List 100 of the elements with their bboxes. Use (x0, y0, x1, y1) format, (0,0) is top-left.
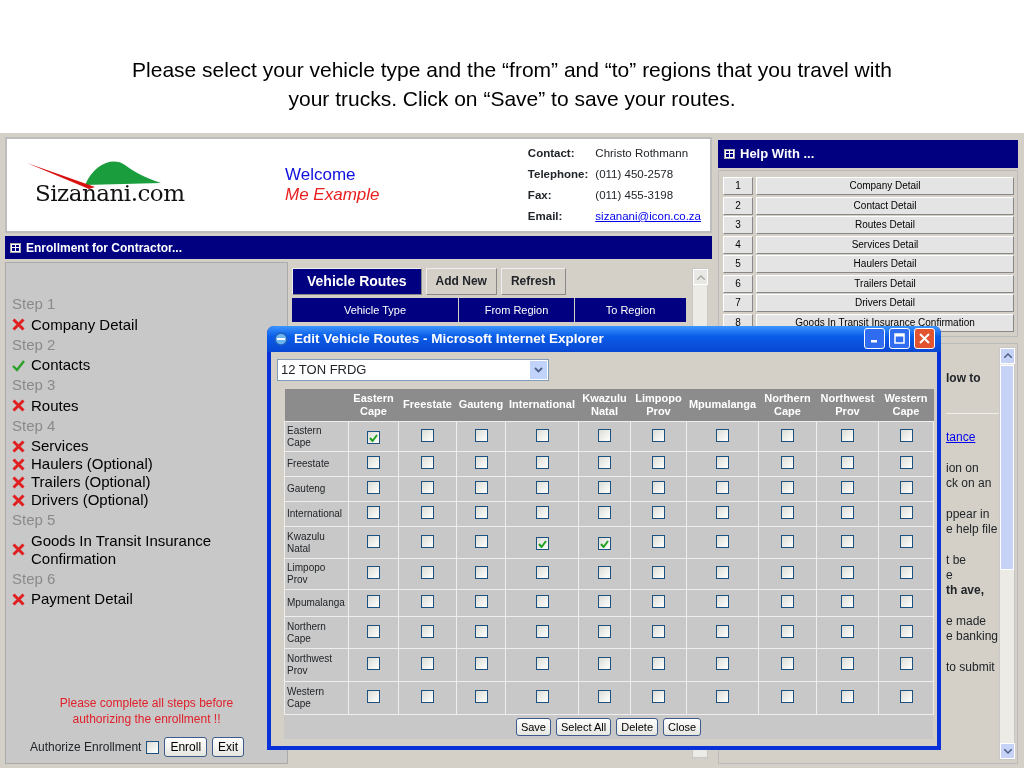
route-checkbox[interactable] (841, 506, 854, 519)
route-checkbox[interactable] (421, 428, 434, 442)
step-link[interactable]: Haulers (Optional) (31, 455, 153, 473)
route-checkbox[interactable] (535, 506, 549, 519)
route-checkbox[interactable] (367, 431, 380, 444)
route-checkbox[interactable] (652, 456, 665, 469)
route-checkbox[interactable] (474, 690, 488, 703)
route-checkbox[interactable] (652, 506, 665, 519)
route-checkbox[interactable] (841, 566, 854, 579)
route-checkbox[interactable] (598, 566, 611, 579)
help-topic-button[interactable]: Drivers Detail (756, 294, 1014, 312)
dialog-button[interactable]: Delete (616, 718, 658, 736)
route-checkbox[interactable] (841, 456, 854, 469)
scroll-up-button[interactable] (1000, 347, 1015, 364)
route-checkbox[interactable] (899, 595, 913, 608)
step-link[interactable]: Routes (31, 396, 79, 415)
help-number-button[interactable]: 5 (723, 255, 753, 273)
route-checkbox[interactable] (716, 566, 729, 579)
route-checkbox[interactable] (652, 481, 665, 494)
route-checkbox[interactable] (716, 428, 729, 442)
route-checkbox[interactable] (841, 534, 854, 548)
route-checkbox[interactable] (781, 428, 794, 442)
route-checkbox[interactable] (899, 506, 913, 519)
route-checkbox[interactable] (421, 690, 434, 703)
route-checkbox[interactable] (421, 657, 434, 670)
route-checkbox[interactable] (598, 456, 611, 469)
help-topic-button[interactable]: Contact Detail (756, 196, 1014, 215)
help-number-button[interactable]: 1 (723, 177, 753, 195)
route-checkbox[interactable] (781, 566, 794, 579)
route-checkbox[interactable] (474, 534, 488, 548)
route-checkbox[interactable] (535, 657, 549, 670)
route-checkbox[interactable] (598, 657, 611, 670)
route-checkbox[interactable] (781, 506, 794, 519)
scroll-thumb[interactable] (1000, 364, 1014, 570)
help-number-button[interactable]: 4 (723, 235, 753, 254)
help-number-button[interactable]: 2 (723, 196, 753, 215)
route-checkbox[interactable] (899, 690, 913, 703)
route-checkbox[interactable] (841, 657, 854, 670)
route-checkbox[interactable] (716, 624, 729, 638)
route-checkbox[interactable] (535, 537, 549, 550)
route-checkbox[interactable] (899, 481, 913, 494)
route-checkbox[interactable] (841, 624, 854, 638)
route-checkbox[interactable] (367, 690, 380, 703)
route-checkbox[interactable] (899, 456, 913, 469)
route-checkbox[interactable] (535, 624, 549, 638)
tab[interactable]: Refresh (500, 268, 566, 295)
dialog-button[interactable]: Save (515, 718, 551, 736)
route-checkbox[interactable] (367, 481, 380, 494)
route-checkbox[interactable] (899, 657, 913, 670)
route-checkbox[interactable] (535, 595, 549, 608)
route-checkbox[interactable] (781, 657, 794, 670)
help-topic-button[interactable]: Trailers Detail (756, 274, 1014, 293)
route-checkbox[interactable] (367, 534, 380, 548)
help-topic-button[interactable]: Services Detail (756, 235, 1014, 254)
route-checkbox[interactable] (421, 456, 434, 469)
route-checkbox[interactable] (781, 624, 794, 638)
route-checkbox[interactable] (652, 428, 665, 442)
route-checkbox[interactable] (899, 428, 913, 442)
scrollbar[interactable] (999, 346, 1015, 760)
route-checkbox[interactable] (781, 690, 794, 703)
route-checkbox[interactable] (841, 690, 854, 703)
route-checkbox[interactable] (899, 534, 913, 548)
route-checkbox[interactable] (598, 506, 611, 519)
tab[interactable]: Vehicle Routes (292, 268, 422, 295)
route-checkbox[interactable] (598, 428, 611, 442)
help-topic-button[interactable]: Routes Detail (756, 216, 1014, 234)
step-link[interactable]: Contacts (31, 356, 91, 374)
help-link[interactable]: tance (946, 429, 976, 444)
route-checkbox[interactable] (652, 624, 665, 638)
form-button[interactable]: Enroll (164, 737, 208, 757)
minimize-button[interactable] (864, 328, 885, 350)
route-checkbox[interactable] (716, 595, 729, 608)
route-checkbox[interactable] (841, 481, 854, 494)
route-checkbox[interactable] (841, 428, 854, 442)
route-checkbox[interactable] (535, 566, 549, 579)
route-checkbox[interactable] (598, 690, 611, 703)
step-link[interactable]: Payment Detail (31, 590, 133, 608)
route-checkbox[interactable] (367, 595, 380, 608)
route-checkbox[interactable] (535, 481, 549, 494)
route-checkbox[interactable] (474, 456, 488, 469)
route-checkbox[interactable] (899, 624, 913, 638)
route-checkbox[interactable] (474, 566, 488, 579)
help-topic-button[interactable]: Haulers Detail (756, 255, 1014, 273)
route-checkbox[interactable] (841, 595, 854, 608)
route-checkbox[interactable] (535, 456, 549, 469)
route-checkbox[interactable] (781, 456, 794, 469)
dialog-button[interactable]: Close (663, 718, 702, 736)
scroll-down-button[interactable] (1000, 743, 1015, 759)
route-checkbox[interactable] (367, 624, 380, 638)
route-checkbox[interactable] (781, 595, 794, 608)
route-checkbox[interactable] (652, 690, 665, 703)
route-checkbox[interactable] (716, 534, 729, 548)
route-checkbox[interactable] (421, 481, 434, 494)
vehicle-select[interactable]: 12 TON FRDG (277, 358, 549, 381)
route-checkbox[interactable] (421, 506, 434, 519)
step-link[interactable]: Drivers (Optional) (31, 491, 149, 509)
route-checkbox[interactable] (367, 657, 380, 670)
step-link[interactable]: Services (31, 437, 89, 455)
route-checkbox[interactable] (421, 566, 434, 579)
tab[interactable]: Add New (425, 268, 497, 295)
